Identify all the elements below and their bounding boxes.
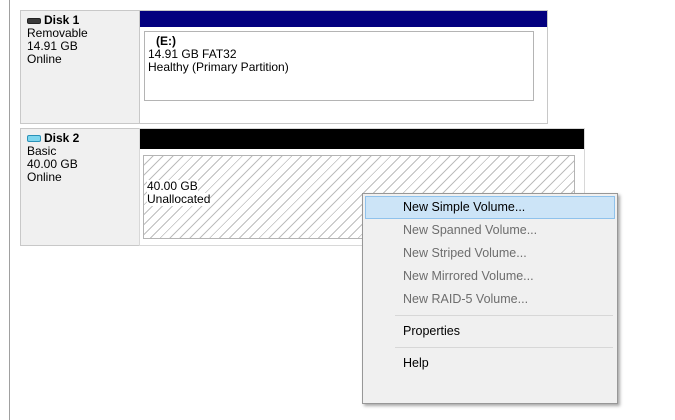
context-menu: New Simple Volume... New Spanned Volume.… — [362, 193, 618, 404]
disk-2-volume-header — [140, 129, 584, 149]
basic-disk-icon — [27, 135, 41, 142]
volume-e-partition[interactable]: (E:) 14.91 GB FAT32 Healthy (Primary Par… — [144, 31, 534, 101]
menu-separator — [395, 315, 613, 316]
menu-new-mirrored-volume[interactable]: New Mirrored Volume... — [365, 265, 615, 288]
removable-drive-icon — [27, 17, 41, 24]
menu-help[interactable]: Help — [365, 352, 615, 375]
disk-1-volume-area: (E:) 14.91 GB FAT32 Healthy (Primary Par… — [139, 10, 548, 124]
menu-new-striped-volume[interactable]: New Striped Volume... — [365, 242, 615, 265]
disk-2-label-panel[interactable]: Disk 2 Basic 40.00 GB Online — [20, 128, 144, 246]
unallocated-label: Unallocated — [147, 192, 211, 206]
disk-1-status: Online — [27, 52, 62, 66]
menu-properties[interactable]: Properties — [365, 320, 615, 343]
menu-new-spanned-volume[interactable]: New Spanned Volume... — [365, 219, 615, 242]
disk-1-volume-header — [140, 11, 547, 27]
menu-new-raid5-volume[interactable]: New RAID-5 Volume... — [365, 288, 615, 311]
menu-new-simple-volume[interactable]: New Simple Volume... — [365, 196, 615, 219]
menu-separator — [395, 347, 613, 348]
disk-1-label-panel[interactable]: Disk 1 Removable 14.91 GB Online — [20, 10, 144, 124]
disk-2-status: Online — [27, 170, 62, 184]
volume-e-health: Healthy (Primary Partition) — [148, 60, 289, 74]
